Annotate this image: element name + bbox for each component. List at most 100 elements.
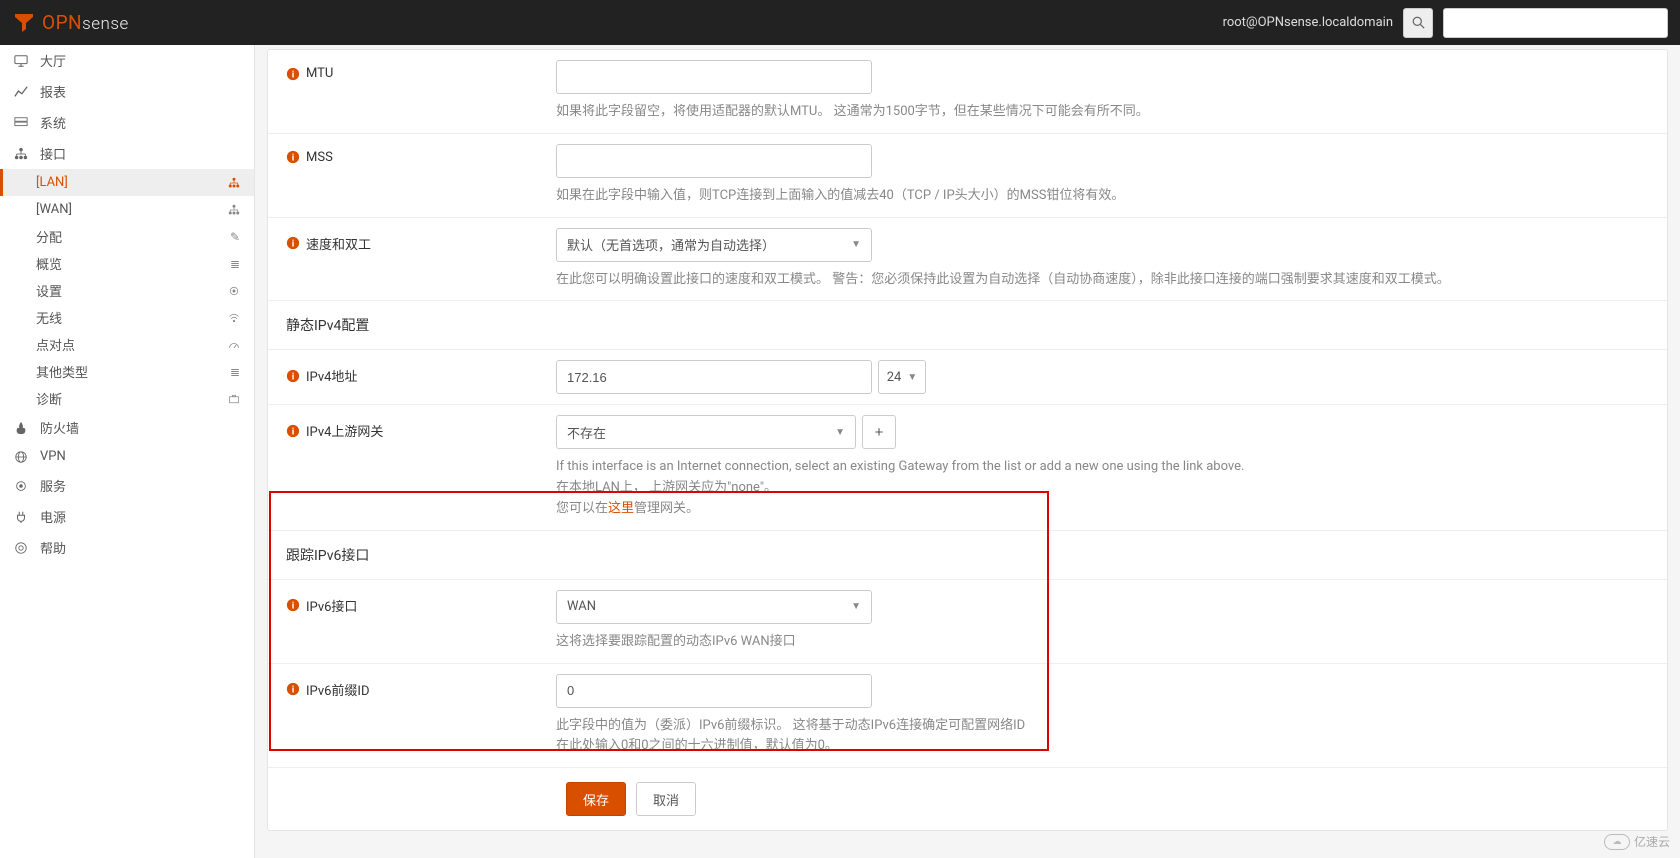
nav-sub-label: 设置 xyxy=(36,281,62,300)
nav-sub-ppp[interactable]: 点对点 xyxy=(0,331,254,358)
label-text: IPv4上游网关 xyxy=(306,421,383,440)
wifi-icon xyxy=(228,312,240,324)
nav-label: 接口 xyxy=(40,144,66,163)
help-text: If this interface is an Internet connect… xyxy=(556,457,1649,519)
nav-sub-wireless[interactable]: 无线 xyxy=(0,304,254,331)
briefcase-icon xyxy=(228,393,240,405)
row-ipv4-addr: i IPv4地址 24 ▼ xyxy=(268,349,1667,404)
list-icon: ≣ xyxy=(230,365,240,379)
chevron-down-icon: ▼ xyxy=(907,372,917,383)
nav-label: 电源 xyxy=(40,507,66,526)
nav-sub-label: 概览 xyxy=(36,254,62,273)
cancel-button[interactable]: 取消 xyxy=(636,782,696,816)
ipv4-address-input[interactable] xyxy=(556,360,872,394)
label-text: MTU xyxy=(306,66,333,81)
nav-services[interactable]: 服务 xyxy=(0,470,254,501)
nav-label: 系统 xyxy=(40,113,66,132)
ipv4-gateway-select[interactable]: 不存在 ▼ xyxy=(556,415,856,449)
nav-power[interactable]: 电源 xyxy=(0,501,254,532)
nav-system[interactable]: 系统 xyxy=(0,107,254,138)
nav-sub-label: 诊断 xyxy=(36,389,62,408)
sitemap-icon xyxy=(228,177,240,189)
cloud-icon: ☁ xyxy=(1604,834,1630,850)
search-button[interactable] xyxy=(1403,8,1433,38)
cogs-icon xyxy=(228,285,240,297)
top-header: OPNsense root@OPNsense.localdomain xyxy=(0,0,1680,45)
add-gateway-button[interactable]: + xyxy=(862,415,896,449)
row-mss: iMSS 如果在此字段中输入值，则TCP连接到上面输入的值减去40（TCP / … xyxy=(268,133,1667,217)
svg-text:i: i xyxy=(292,685,295,696)
svg-text:i: i xyxy=(292,426,295,437)
info-icon: i xyxy=(286,67,300,81)
nav-vpn[interactable]: VPN xyxy=(0,443,254,470)
nav-sub-overview[interactable]: 概览≣ xyxy=(0,250,254,277)
svg-text:i: i xyxy=(292,153,295,164)
select-value: 24 xyxy=(887,370,902,385)
nav-lobby[interactable]: 大厅 xyxy=(0,45,254,76)
label-text: 速度和双工 xyxy=(306,234,371,253)
nav-interfaces[interactable]: 接口 xyxy=(0,138,254,169)
row-mtu: i MTU 如果将此字段留空，将使用适配器的默认MTU。 这通常为1500字节，但… xyxy=(268,50,1667,133)
manage-gateway-link[interactable]: 这里 xyxy=(608,501,634,516)
search-icon xyxy=(1412,16,1425,29)
nav-label: 防火墙 xyxy=(40,418,79,437)
nav-firewall[interactable]: 防火墙 xyxy=(0,412,254,443)
ipv6-prefix-input[interactable] xyxy=(556,674,872,708)
nav-label: 大厅 xyxy=(40,51,66,70)
chevron-down-icon: ▼ xyxy=(835,427,845,438)
select-value: WAN xyxy=(567,599,596,614)
select-value: 默认（无首选项，通常为自动选择） xyxy=(567,235,775,254)
user-label: root@OPNsense.localdomain xyxy=(1223,15,1393,30)
nav-sub-wan[interactable]: [WAN] xyxy=(0,196,254,223)
plus-icon: + xyxy=(875,424,884,441)
select-value: 不存在 xyxy=(567,423,606,442)
label-text: IPv6接口 xyxy=(306,596,357,615)
nav-sub-assign[interactable]: 分配✎ xyxy=(0,223,254,250)
plug-icon xyxy=(14,510,32,524)
label-text: IPv4地址 xyxy=(306,366,357,385)
form-panel: i MTU 如果将此字段留空，将使用适配器的默认MTU。 这通常为1500字节，但… xyxy=(267,49,1668,831)
svg-text:i: i xyxy=(292,69,295,80)
mss-input[interactable] xyxy=(556,144,872,178)
nav-sub-settings[interactable]: 设置 xyxy=(0,277,254,304)
ipv4-section-header: 静态IPv4配置 xyxy=(268,300,1667,349)
help-text: 如果将此字段留空，将使用适配器的默认MTU。 这通常为1500字节，但在某些情况… xyxy=(556,102,1649,123)
nav-sub-label: 分配 xyxy=(36,227,62,246)
ipv6-section-header: 跟踪IPv6接口 xyxy=(268,530,1667,579)
cog-icon xyxy=(14,479,32,493)
nav-sub-lan[interactable]: [LAN] xyxy=(0,169,254,196)
info-icon: i xyxy=(286,236,300,250)
search-input[interactable] xyxy=(1443,8,1668,38)
nav-help[interactable]: 帮助 xyxy=(0,532,254,563)
logo-icon xyxy=(12,11,36,35)
actions-row: 保存 取消 xyxy=(268,767,1667,830)
speed-select[interactable]: 默认（无首选项，通常为自动选择）▼ xyxy=(556,228,872,262)
save-button[interactable]: 保存 xyxy=(566,782,626,816)
nav-sub-label: [WAN] xyxy=(36,202,72,217)
logo[interactable]: OPNsense xyxy=(12,11,129,35)
main-content: i MTU 如果将此字段留空，将使用适配器的默认MTU。 这通常为1500字节，但… xyxy=(255,45,1680,858)
ipv6-interface-select[interactable]: WAN ▼ xyxy=(556,590,872,624)
dashboard-icon xyxy=(228,339,240,351)
row-ipv6-if: iIPv6接口 WAN▼ 这将选择要跟踪配置的动态IPv6 WAN接口 xyxy=(268,579,1667,663)
nav-sub-diag[interactable]: 诊断 xyxy=(0,385,254,412)
nav-label: 报表 xyxy=(40,82,66,101)
row-ipv6-prefix: i IPv6前缀ID 此字段中的值为（委派）IPv6前缀标识。 这将基于动态IPv… xyxy=(268,663,1667,768)
sitemap-icon xyxy=(228,204,240,216)
row-speed: i 速度和双工 默认（无首选项，通常为自动选择）▼ 在此您可以明确设置此接口的速度… xyxy=(268,217,1667,301)
server-icon xyxy=(14,116,32,130)
chart-icon xyxy=(14,85,32,99)
chevron-down-icon: ▼ xyxy=(851,601,861,612)
help-text: 在此您可以明确设置此接口的速度和双工模式。 警告：您必须保持此设置为自动选择（自… xyxy=(556,270,1649,291)
nav-sub-label: 无线 xyxy=(36,308,62,327)
sitemap-icon xyxy=(14,147,32,161)
label-text: IPv6前缀ID xyxy=(306,680,370,699)
help-text: 此字段中的值为（委派）IPv6前缀标识。 这将基于动态IPv6连接确定可配置网络… xyxy=(556,716,1649,758)
info-icon: i xyxy=(286,598,300,612)
nav-reports[interactable]: 报表 xyxy=(0,76,254,107)
ipv4-prefix-select[interactable]: 24 ▼ xyxy=(878,360,926,394)
label-text: MSS xyxy=(306,150,333,165)
mtu-input[interactable] xyxy=(556,60,872,94)
svg-text:i: i xyxy=(292,371,295,382)
nav-sub-other[interactable]: 其他类型≣ xyxy=(0,358,254,385)
